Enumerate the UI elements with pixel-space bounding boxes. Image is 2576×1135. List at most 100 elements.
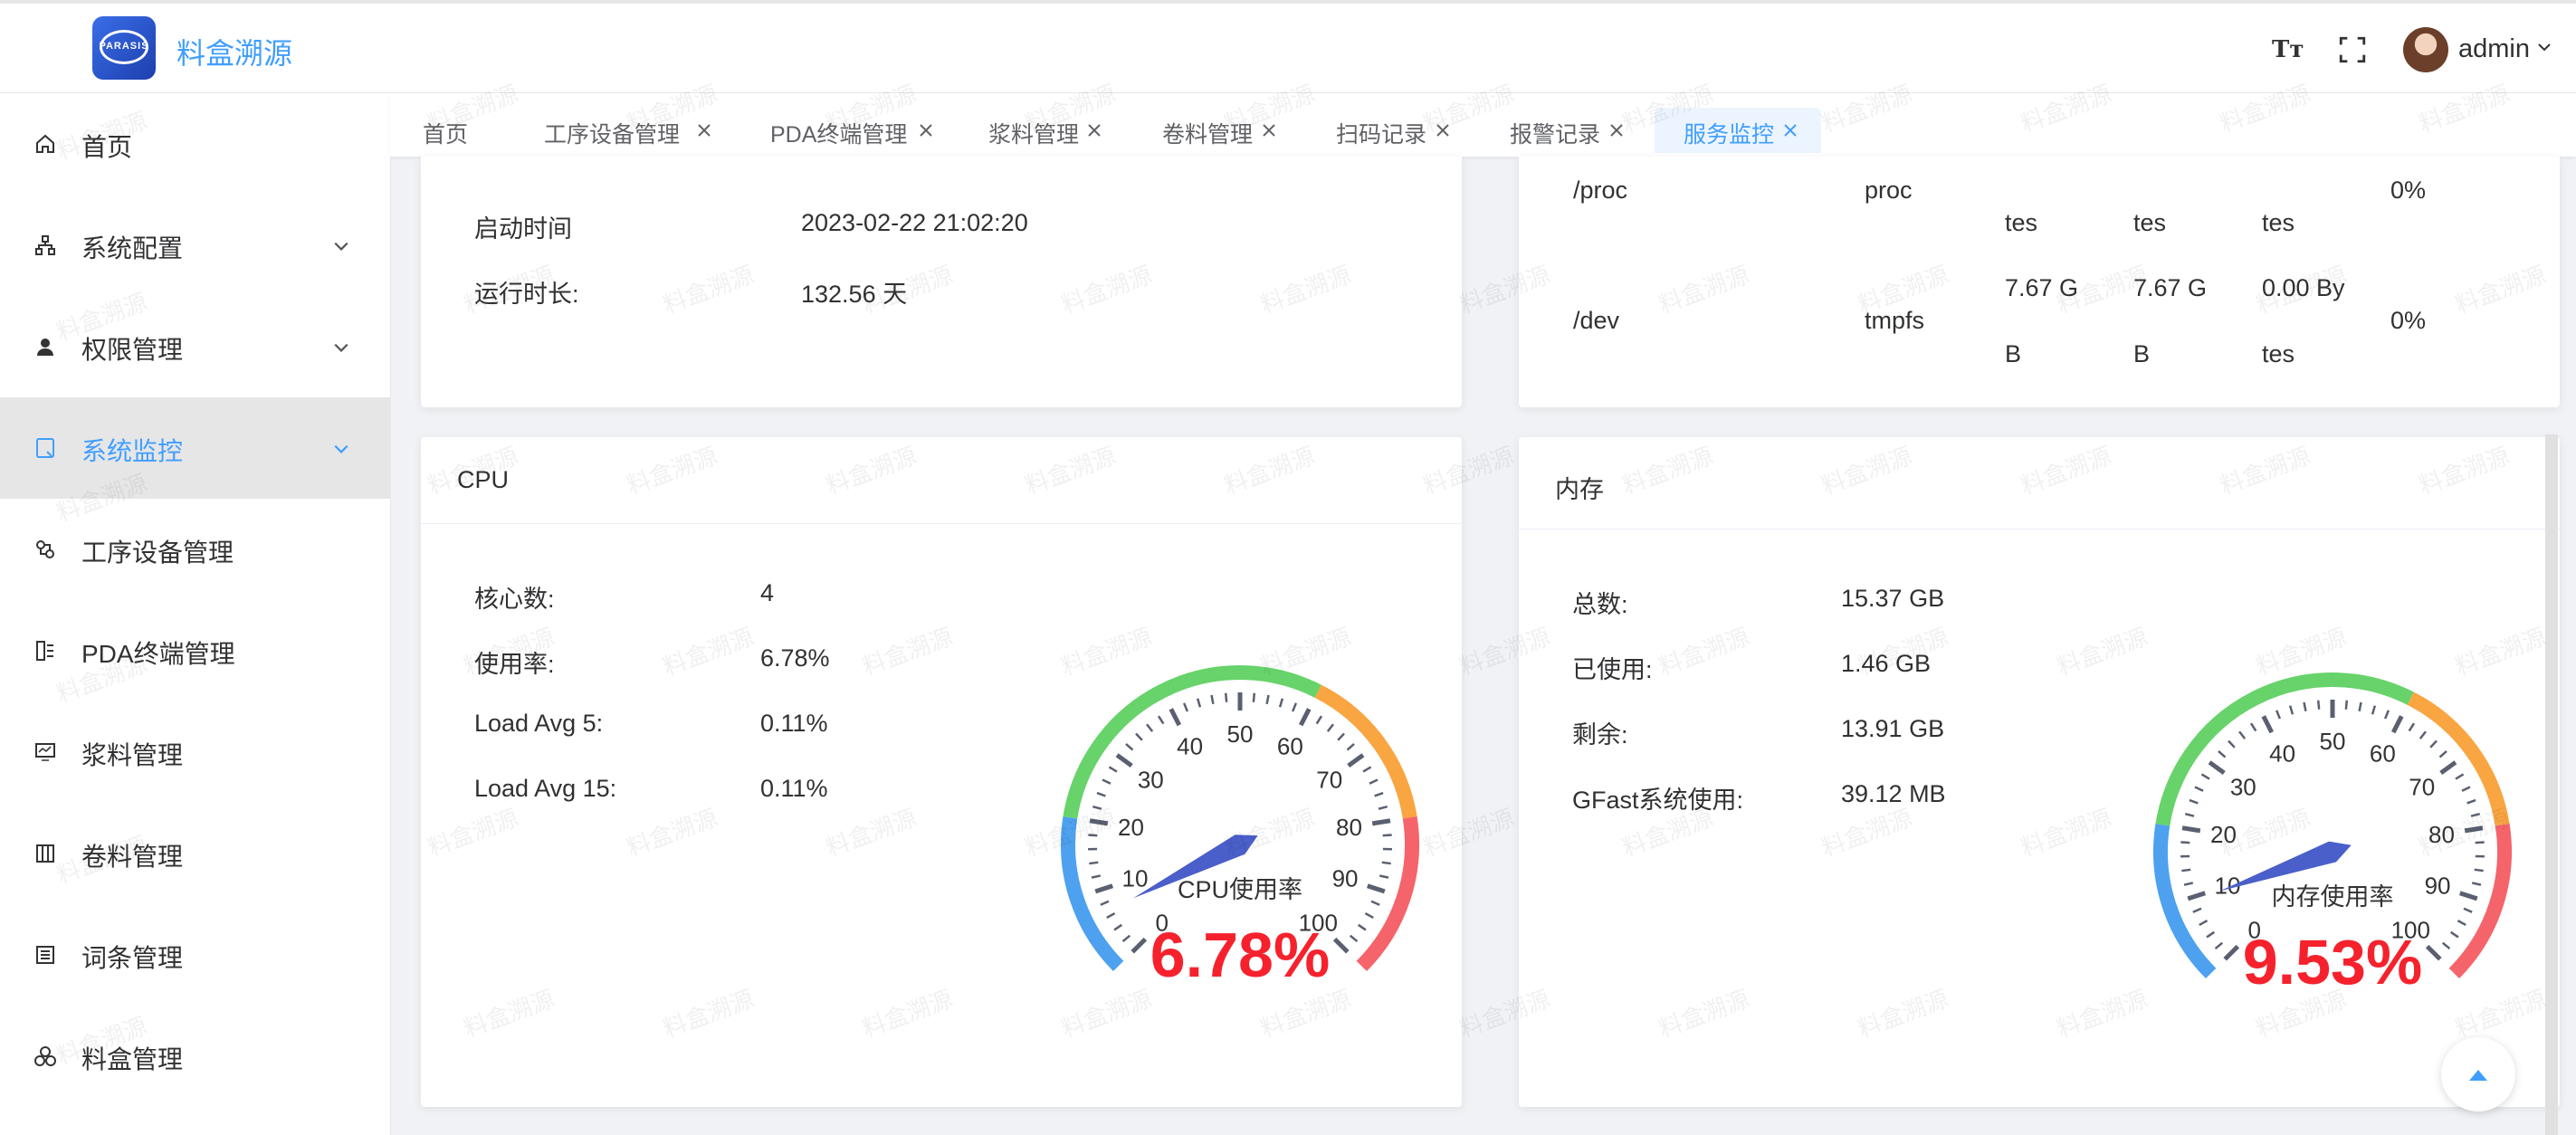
memory-gauge-tick (2470, 813, 2481, 817)
disk-used: 0.00 By (2262, 274, 2345, 301)
memory-gauge-tick-label: 40 (2269, 739, 2295, 767)
close-icon[interactable] (1434, 121, 1452, 139)
memory-gauge-tick (2464, 825, 2484, 834)
app-logo[interactable]: PARASIS (92, 16, 156, 80)
sidebar-item-label: 词条管理 (81, 944, 184, 972)
disk-path: /proc (1573, 176, 1628, 204)
top-header: PARASIS 料盒溯源 Tт admin (0, 0, 2576, 93)
boxes-icon (34, 1046, 56, 1066)
tab-scan-records[interactable]: 扫码记录 (1336, 108, 1472, 153)
cpu-card: CPU 核心数: 4 使用率: 6.78% Load Avg 5: 0.11% … (421, 437, 1462, 1107)
close-icon[interactable] (1260, 121, 1278, 139)
tab-bar: 首页 工序设备管理 PDA终端管理 浆料管理 卷料管理 扫码记录 报警记录 服务… (390, 93, 2576, 157)
tab-alarm-records[interactable]: 报警记录 (1510, 108, 1646, 153)
sidebar-item-slurry[interactable]: 浆料管理 (0, 701, 390, 803)
screen-icon (35, 743, 55, 761)
divider (421, 523, 1462, 524)
cpu-gauge-name: CPU使用率 (1177, 876, 1302, 903)
tab-label: PDA终端管理 (770, 122, 908, 148)
sitemap-icon (35, 235, 55, 255)
sidebar-item-process-equipment[interactable]: 工序设备管理 (0, 499, 390, 600)
memory-gauge-tick (2471, 882, 2482, 886)
scrollbar[interactable] (2545, 434, 2558, 1135)
cpu-gauge-tick (1089, 818, 1109, 826)
cpu-gauge-tick-label: 70 (1316, 766, 1342, 793)
memory-gauge-tick (2419, 730, 2427, 739)
chevron-down-icon (334, 444, 348, 453)
disk-type: tmpfs (1865, 307, 1925, 334)
sidebar-item-pda-terminal[interactable]: PDA终端管理 (0, 600, 390, 701)
cpu-gauge-tick (1374, 791, 1384, 797)
monitor-icon (36, 438, 54, 458)
memory-gauge-tick (2408, 722, 2416, 732)
cpu-gauge-tick (1379, 874, 1389, 879)
cpu-gauge-tick (1326, 723, 1334, 732)
tab-label: 首页 (423, 122, 469, 148)
close-icon[interactable] (1085, 121, 1103, 139)
memory-gauge-tick (2384, 710, 2390, 720)
cpu-gauge-tick (1096, 791, 1106, 797)
memory-gauge-tick (2439, 760, 2457, 776)
avatar[interactable] (2403, 27, 2448, 72)
sidebar-item-roll[interactable]: 卷料管理 (0, 803, 390, 904)
chevron-down-icon (334, 242, 348, 251)
memory-gauge-tick (2429, 739, 2438, 749)
memory-gauge: 010203040 50 60708090100 (2153, 672, 2512, 979)
memory-gauge-tick-label: 50 (2320, 728, 2346, 755)
sidebar-item-home[interactable]: 首页 (0, 93, 390, 195)
sidebar-item-dictionary[interactable]: 词条管理 (0, 904, 390, 1006)
mem-total-label: 总数: (1572, 591, 1628, 618)
fullscreen-icon[interactable] (2337, 34, 2368, 65)
disk-percent: 0% (2390, 307, 2427, 334)
disk-total-unit: B (2005, 340, 2022, 367)
cpu-gauge-tick (1125, 742, 1134, 751)
memory-gauge-tick (2189, 798, 2199, 805)
cpu-gauge-tick (1378, 806, 1388, 810)
mem-used-label: 已使用: (1572, 656, 1653, 683)
cpu-gauge-tick (1346, 742, 1355, 751)
disk-free-unit: B (2133, 340, 2151, 367)
memory-gauge-tick (2184, 813, 2195, 817)
memory-gauge-tick (2455, 773, 2465, 780)
memory-card-title: 内存 (1555, 476, 1604, 503)
cpu-gauge-tick (1369, 778, 1379, 785)
sidebar-item-system-monitor[interactable]: 系统监控 (0, 397, 390, 499)
disk-total: 7.67 G (2005, 274, 2079, 301)
memory-gauge-tick (2303, 701, 2307, 712)
close-icon[interactable] (1781, 121, 1799, 139)
memory-gauge-tick (2181, 868, 2191, 873)
close-icon[interactable] (917, 121, 935, 139)
memory-gauge-band (2407, 691, 2510, 826)
cpu-usage-label: 使用率: (474, 651, 555, 678)
tab-service-monitor[interactable]: 服务监控 (1655, 108, 1821, 153)
mem-used-value: 1.46 GB (1841, 650, 1932, 677)
memory-gauge-tick (2194, 786, 2204, 792)
memory-gauge-tick (2457, 920, 2466, 927)
font-size-icon[interactable]: Tт (2272, 34, 2304, 65)
cpu-gauge-tick-label: 50 (1227, 720, 1254, 748)
sidebar-item-system-config[interactable]: 系统配置 (0, 195, 390, 296)
tab-pda-terminal[interactable]: PDA终端管理 (770, 108, 960, 153)
tab-slurry[interactable]: 浆料管理 (988, 108, 1124, 153)
close-icon[interactable] (695, 121, 713, 139)
sidebar-item-label: 浆料管理 (81, 741, 184, 769)
back-to-top-button[interactable] (2441, 1037, 2515, 1111)
memory-gauge-tick (2199, 920, 2209, 927)
sidebar-item-box[interactable]: 料盒管理 (0, 1006, 390, 1107)
logo-text: PARASIS (99, 41, 149, 52)
tab-roll[interactable]: 卷料管理 (1162, 108, 1298, 153)
cpu-gauge-tick (1347, 753, 1365, 768)
tab-home[interactable]: 首页 (414, 108, 486, 153)
memory-gauge-tick (2466, 798, 2476, 805)
memory-gauge-tick (2475, 841, 2485, 844)
user-name[interactable]: admin (2458, 34, 2530, 64)
chevron-down-icon[interactable] (2537, 40, 2552, 54)
memory-gauge-tick (2358, 701, 2362, 712)
memory-gauge-value: 9.53% (2242, 927, 2423, 997)
tab-process-equipment[interactable]: 工序设备管理 (544, 108, 734, 153)
cpu-card-title: CPU (457, 466, 510, 493)
close-icon[interactable] (1608, 121, 1626, 139)
sidebar-item-permission[interactable]: 权限管理 (0, 296, 390, 397)
memory-gauge-tick (2238, 730, 2247, 739)
server-info-card: 启动时间 2023-02-22 21:02:20 运行时长: 132.56 天 (421, 157, 1462, 407)
